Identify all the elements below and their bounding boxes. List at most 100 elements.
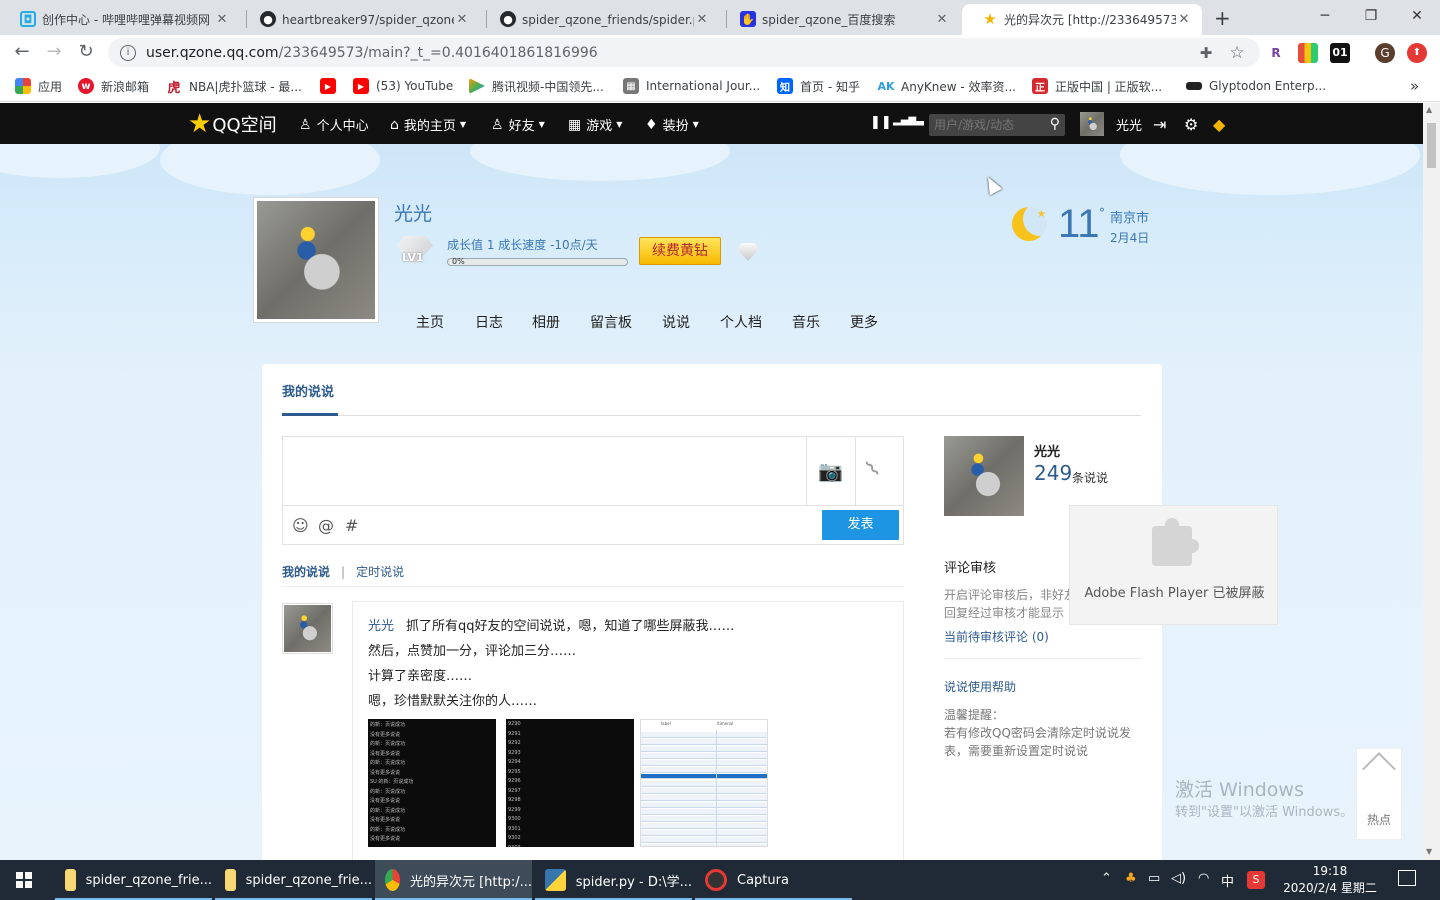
- tray-overflow-chevron-icon[interactable]: ⌃: [1101, 871, 1112, 886]
- taskbar-item-folder-2[interactable]: spider_qzone_frie...: [215, 860, 372, 900]
- logout-icon[interactable]: ⇥: [1153, 115, 1166, 134]
- scroll-up-arrow-icon[interactable]: ▲: [1426, 105, 1432, 114]
- update-icon[interactable]: ⬆: [1407, 43, 1427, 63]
- page-scrollbar[interactable]: ▲ ▼: [1423, 103, 1440, 860]
- profile-name[interactable]: 光光: [394, 199, 432, 226]
- restore-button[interactable]: ❐: [1348, 4, 1394, 28]
- bookmark-hupu[interactable]: 虎 NBA|虎扑篮球 - 最...: [166, 76, 301, 96]
- shuoshuo-input[interactable]: [283, 437, 806, 505]
- flash-blocked-placeholder[interactable]: Adobe Flash Player 已被屏蔽: [1069, 505, 1278, 625]
- volume-icon[interactable]: ◁): [1171, 871, 1186, 886]
- subtab-scheduled[interactable]: 定时说说: [356, 565, 404, 579]
- tab-close-icon[interactable]: ✕: [454, 12, 470, 27]
- site-info-icon[interactable]: i: [120, 44, 136, 61]
- feed-image-terminal-1[interactable]: 的新：页说成功 没有更多说说 的新：页说成功 没有更多说说 的新：页说成功 没有更多说说 S…: [368, 719, 496, 847]
- level-badge[interactable]: LV1: [394, 236, 436, 272]
- tab-close-icon[interactable]: ✕: [1176, 12, 1192, 27]
- qzone-logo[interactable]: ★ QQ空间: [188, 109, 277, 139]
- action-center-icon[interactable]: [1398, 870, 1416, 886]
- diamond-icon[interactable]: [737, 243, 759, 261]
- bookmark-tencent-video[interactable]: 腾讯视频-中国领先...: [469, 76, 604, 96]
- feed-image-terminal-2[interactable]: 9290 9291 9292 9293 9294 9295 9296 9297 9298 9299…: [506, 719, 634, 847]
- profile-menu-music[interactable]: 音乐: [792, 312, 820, 332]
- profile-menu-shuoshuo[interactable]: 说说: [662, 312, 690, 332]
- taskbar-item-folder-1[interactable]: spider_qzone_frie...: [55, 860, 212, 900]
- renew-yellow-diamond-button[interactable]: 续费黄钻: [639, 237, 721, 265]
- bookmark-overflow-button[interactable]: »: [1410, 76, 1419, 96]
- taskbar-item-python-idle[interactable]: spider.py - D:\学...: [535, 860, 692, 900]
- equalizer-icon[interactable]: ▂▄▆▃: [893, 115, 924, 126]
- bookmark-glyptodon[interactable]: Glyptodon Enterp...: [1186, 76, 1326, 96]
- profile-menu-blog[interactable]: 日志: [475, 312, 503, 332]
- minimize-button[interactable]: ─: [1302, 4, 1348, 28]
- weather-city[interactable]: 南京市: [1110, 207, 1149, 226]
- system-clock[interactable]: 19:18 2020/2/4 星期二: [1280, 863, 1380, 897]
- attachment-icon[interactable]: ⌇: [861, 456, 885, 482]
- sidebar-avatar[interactable]: [944, 436, 1024, 516]
- bookmark-anyknew[interactable]: AK AnyKnew - 效率资...: [877, 76, 1016, 96]
- subtab-mine[interactable]: 我的说说: [282, 565, 330, 579]
- tab-close-icon[interactable]: ✕: [934, 12, 950, 27]
- reload-button[interactable]: ↻: [74, 41, 98, 65]
- tab-close-icon[interactable]: ✕: [214, 12, 230, 27]
- address-bar[interactable]: i user.qzone.qq.com/233649573/main?_t_=0…: [108, 38, 1260, 67]
- bookmark-zbzg[interactable]: 正 正版中国 | 正版软...: [1032, 76, 1162, 96]
- nav-decorate[interactable]: ♦ 装扮 ▼: [645, 115, 699, 135]
- extension-color-icon[interactable]: [1298, 43, 1318, 63]
- sidebar-user-name[interactable]: 光光: [1034, 441, 1060, 460]
- bookmark-journal[interactable]: ▦ International Jour...: [623, 76, 760, 96]
- extension-puzzle-icon[interactable]: ✚: [1196, 43, 1216, 63]
- nav-personal-center[interactable]: ♙ 个人中心: [299, 115, 369, 135]
- back-to-top-button[interactable]: 热点: [1356, 748, 1402, 840]
- battery-icon[interactable]: ▭: [1148, 871, 1160, 886]
- yellow-diamond-icon[interactable]: ◆: [1213, 115, 1225, 134]
- new-tab-button[interactable]: +: [1214, 6, 1231, 30]
- post-button[interactable]: 发表: [822, 510, 899, 540]
- bookmark-star-icon[interactable]: ☆: [1227, 43, 1247, 63]
- browser-tab-0[interactable]: ◘ 创作中心 - 哔哩哔哩弹幕视频网 ✕: [0, 4, 240, 35]
- pending-review-link[interactable]: 当前待审核评论 (0): [944, 628, 1049, 645]
- gear-icon[interactable]: ⚙: [1184, 115, 1198, 134]
- bookmark-zhihu[interactable]: 知 首页 - 知乎: [777, 76, 860, 96]
- search-icon[interactable]: ⚲: [1050, 116, 1060, 132]
- profile-menu-more[interactable]: 更多: [850, 312, 878, 332]
- forward-button[interactable]: →: [42, 41, 66, 65]
- sogou-ime-icon[interactable]: S: [1247, 871, 1265, 889]
- profile-menu-profile[interactable]: 个人档: [720, 312, 762, 332]
- camera-icon[interactable]: 📷: [818, 459, 843, 483]
- wifi-icon[interactable]: ◠: [1198, 871, 1209, 886]
- feed-image-spreadsheet[interactable]: label itimenal: [640, 719, 768, 847]
- extension-r-icon[interactable]: R: [1266, 43, 1286, 63]
- bookmark-apps[interactable]: 应用: [15, 76, 62, 96]
- pause-music-icon[interactable]: ❚❚: [870, 115, 892, 130]
- profile-menu-home[interactable]: 主页: [416, 312, 444, 332]
- bookmark-sina-mail[interactable]: w 新浪邮箱: [78, 76, 149, 96]
- back-button[interactable]: ←: [10, 41, 34, 65]
- start-button[interactable]: [0, 860, 48, 900]
- mention-icon[interactable]: @: [318, 516, 334, 535]
- browser-tab-1[interactable]: ● heartbreaker97/spider_qzone_ ✕: [240, 4, 480, 35]
- bookmark-youtube[interactable]: ▶ (53) YouTube: [353, 76, 453, 96]
- emoji-icon[interactable]: ☺: [292, 516, 309, 535]
- browser-tab-3[interactable]: ✋ spider_qzone_百度搜索 ✕: [720, 4, 960, 35]
- browser-tab-2[interactable]: ● spider_qzone_friends/spider.p ✕: [480, 4, 720, 35]
- help-link[interactable]: 说说使用帮助: [944, 678, 1016, 695]
- tray-app-icon[interactable]: ♣: [1125, 871, 1137, 886]
- taskbar-item-chrome[interactable]: 光的异次元 [http:/...: [375, 860, 532, 900]
- tab-my-shuoshuo[interactable]: 我的说说: [282, 381, 334, 400]
- profile-avatar-icon[interactable]: G: [1375, 43, 1395, 63]
- scroll-down-arrow-icon[interactable]: ▼: [1426, 847, 1432, 856]
- avatar[interactable]: [1080, 112, 1104, 136]
- nav-friends[interactable]: ♙ 好友 ▼: [491, 115, 545, 135]
- hashtag-icon[interactable]: #: [345, 516, 358, 535]
- feed-avatar[interactable]: [282, 603, 333, 654]
- taskbar-item-captura[interactable]: Captura: [695, 860, 852, 900]
- tab-close-icon[interactable]: ✕: [694, 12, 710, 27]
- nav-user-name[interactable]: 光光: [1116, 115, 1142, 134]
- profile-menu-album[interactable]: 相册: [532, 312, 560, 332]
- extension-01-icon[interactable]: 01: [1330, 43, 1350, 63]
- ime-indicator[interactable]: 中: [1221, 871, 1234, 890]
- profile-avatar[interactable]: [253, 197, 379, 323]
- bookmark-youtube-plain[interactable]: ▶: [320, 76, 343, 96]
- feed-user-name[interactable]: 光光: [368, 619, 394, 634]
